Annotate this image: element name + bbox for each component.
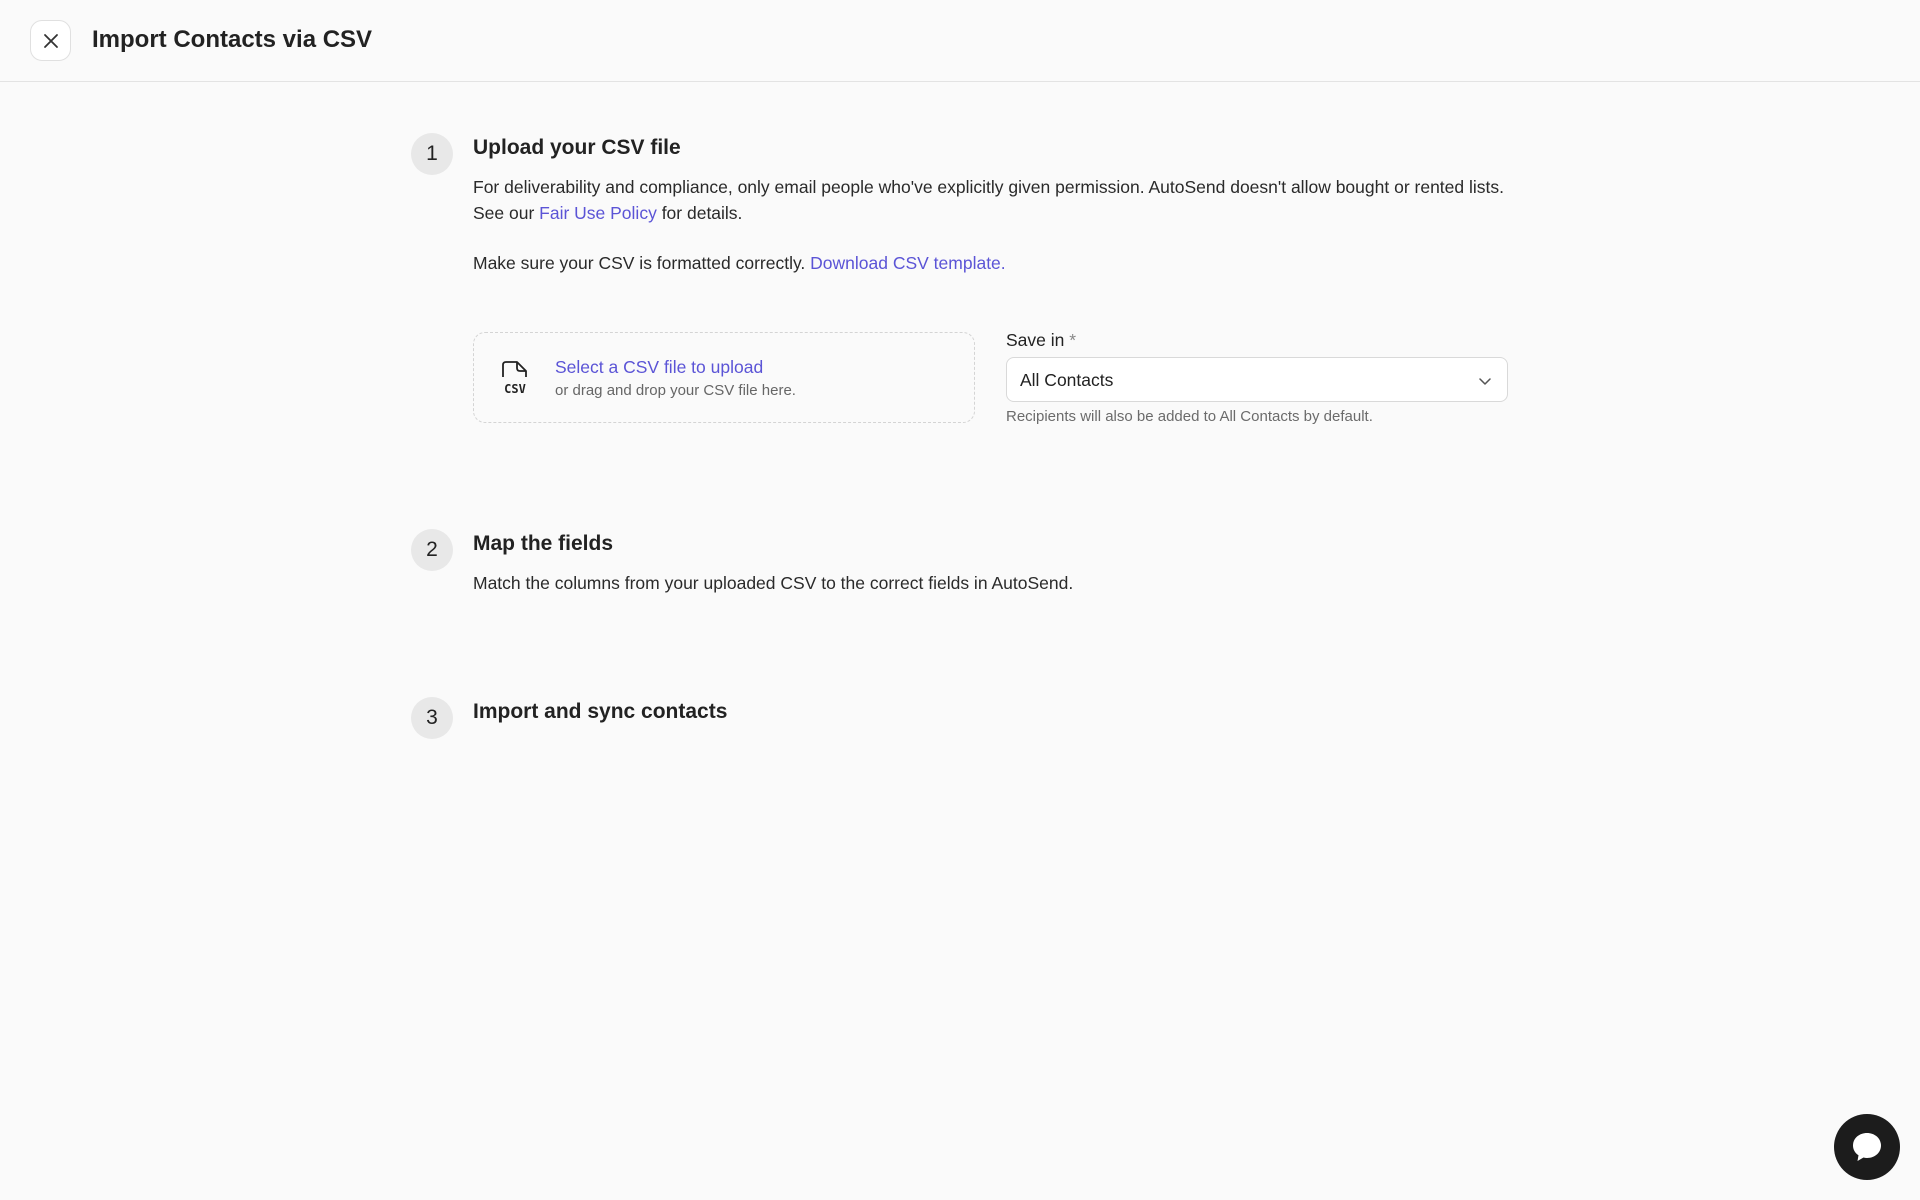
close-button[interactable]	[30, 20, 71, 61]
chat-launcher-button[interactable]	[1834, 1114, 1900, 1180]
download-template-link[interactable]: Download CSV template.	[810, 253, 1006, 273]
step-number-3: 3	[411, 697, 453, 739]
step-title-import: Import and sync contacts	[473, 700, 728, 723]
save-in-label: Save in *	[1006, 328, 1076, 352]
page-title: Import Contacts via CSV	[92, 26, 373, 53]
save-in-select[interactable]: All Contacts	[1006, 357, 1508, 402]
chat-bubble-icon	[1853, 1133, 1881, 1161]
save-in-hint: Recipients will also be added to All Con…	[1006, 408, 1373, 425]
step-title-upload: Upload your CSV file	[473, 136, 681, 159]
close-icon	[43, 33, 58, 48]
format-text: Make sure your CSV is formatted correctl…	[473, 250, 1513, 276]
page-header: Import Contacts via CSV	[0, 0, 1920, 82]
csv-upload-dropzone[interactable]: CSV Select a CSV file to upload or drag …	[473, 332, 975, 423]
chevron-down-icon	[1479, 378, 1491, 385]
step-title-map: Map the fields	[473, 532, 614, 555]
format-text-start: Make sure your CSV is formatted correctl…	[473, 253, 811, 273]
upload-title: Select a CSV file to upload	[555, 357, 764, 377]
step-number-2: 2	[411, 529, 453, 571]
required-mark: *	[1069, 330, 1077, 350]
step-number-1: 1	[411, 133, 453, 175]
compliance-text: For deliverability and compliance, only …	[473, 174, 1513, 226]
csv-file-icon: CSV	[502, 361, 527, 396]
save-in-label-text: Save in	[1006, 330, 1065, 350]
fair-use-policy-link[interactable]: Fair Use Policy	[539, 203, 657, 223]
map-description: Match the columns from your uploaded CSV…	[473, 573, 1074, 593]
compliance-text-end: for details.	[656, 203, 743, 223]
svg-text:CSV: CSV	[504, 382, 526, 396]
save-in-selected-value: All Contacts	[1020, 370, 1114, 390]
upload-subtitle: or drag and drop your CSV file here.	[555, 382, 796, 399]
